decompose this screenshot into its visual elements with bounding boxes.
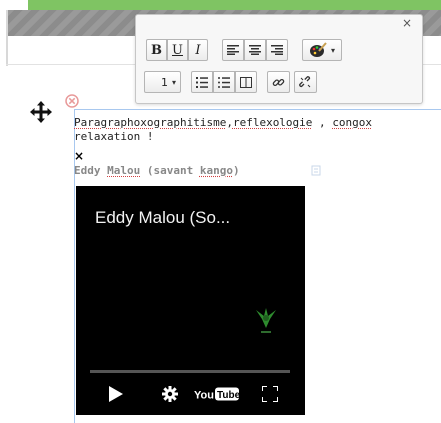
align-center-icon: [248, 45, 261, 55]
ordered-list-icon: [196, 76, 209, 88]
table-icon: [240, 76, 253, 88]
toolbar-row-formatting: B U I ▾: [146, 39, 342, 61]
align-left-button[interactable]: [221, 39, 244, 61]
misspelled-word: congox: [332, 116, 373, 129]
chevron-down-icon: ▾: [172, 77, 177, 87]
underline-button[interactable]: U: [167, 39, 188, 61]
video-progress-bar[interactable]: [90, 370, 290, 373]
gear-icon[interactable]: [162, 386, 178, 402]
misspelled-word: reflexologie: [232, 116, 313, 129]
caption-text: ): [232, 164, 240, 177]
link-button[interactable]: [267, 71, 291, 93]
misspelled-word: Paragraphoxographitisme: [74, 116, 227, 129]
font-size-value: 1: [161, 75, 168, 89]
comma-text: ,: [226, 116, 233, 129]
align-center-button[interactable]: [243, 39, 266, 61]
align-right-icon: [270, 45, 283, 55]
unlink-icon: [299, 75, 311, 87]
left-border: [6, 10, 8, 66]
color-picker-button[interactable]: ▾: [301, 39, 342, 61]
paragraph-line-2[interactable]: relaxation !: [74, 130, 153, 143]
caption-text: Eddy: [74, 164, 108, 177]
move-handle-icon[interactable]: [30, 101, 52, 123]
fullscreen-icon[interactable]: [262, 386, 278, 402]
remove-icon[interactable]: [65, 94, 79, 108]
paragraph-text[interactable]: Paragraphoxographitisme,reflexologie , c…: [74, 116, 441, 129]
misspelled-word: kango: [199, 164, 233, 177]
palette-icon: [309, 42, 327, 57]
delete-block-icon[interactable]: ×: [74, 150, 84, 162]
bold-button[interactable]: B: [146, 39, 167, 61]
chevron-down-icon: ▾: [330, 45, 335, 55]
green-accent-bar: [28, 0, 441, 10]
video-title[interactable]: Eddy Malou (So...: [95, 208, 230, 228]
unlink-button[interactable]: [294, 71, 318, 93]
align-left-icon: [226, 45, 239, 55]
play-icon[interactable]: [109, 386, 123, 402]
font-size-select[interactable]: 1 ▾: [144, 71, 182, 93]
svg-text:You: You: [194, 390, 214, 402]
ordered-list-button[interactable]: [191, 71, 214, 93]
align-right-button[interactable]: [265, 39, 288, 61]
link-icon: [272, 78, 285, 86]
toolbar-close-icon[interactable]: ×: [402, 16, 412, 30]
italic-button[interactable]: I: [187, 39, 208, 61]
video-controls: You Tube: [76, 384, 305, 406]
editor-toolbar: × B U I ▾ 1 ▾: [135, 14, 423, 104]
youtube-logo[interactable]: You Tube: [194, 386, 240, 402]
anchor-icon[interactable]: [311, 165, 321, 176]
toolbar-row-structure: 1 ▾: [144, 71, 318, 93]
video-player[interactable]: Eddy Malou (So... You Tube: [76, 186, 305, 415]
table-button[interactable]: [235, 71, 258, 93]
channel-logo: [256, 308, 276, 333]
caption-text: (savant: [140, 164, 200, 177]
separator-text: ,: [312, 116, 333, 129]
unordered-list-icon: [218, 76, 231, 88]
misspelled-word: Malou: [107, 164, 141, 177]
unordered-list-button[interactable]: [213, 71, 236, 93]
svg-text:Tube: Tube: [217, 390, 240, 401]
video-caption: Eddy Malou (savant kango): [74, 164, 240, 177]
